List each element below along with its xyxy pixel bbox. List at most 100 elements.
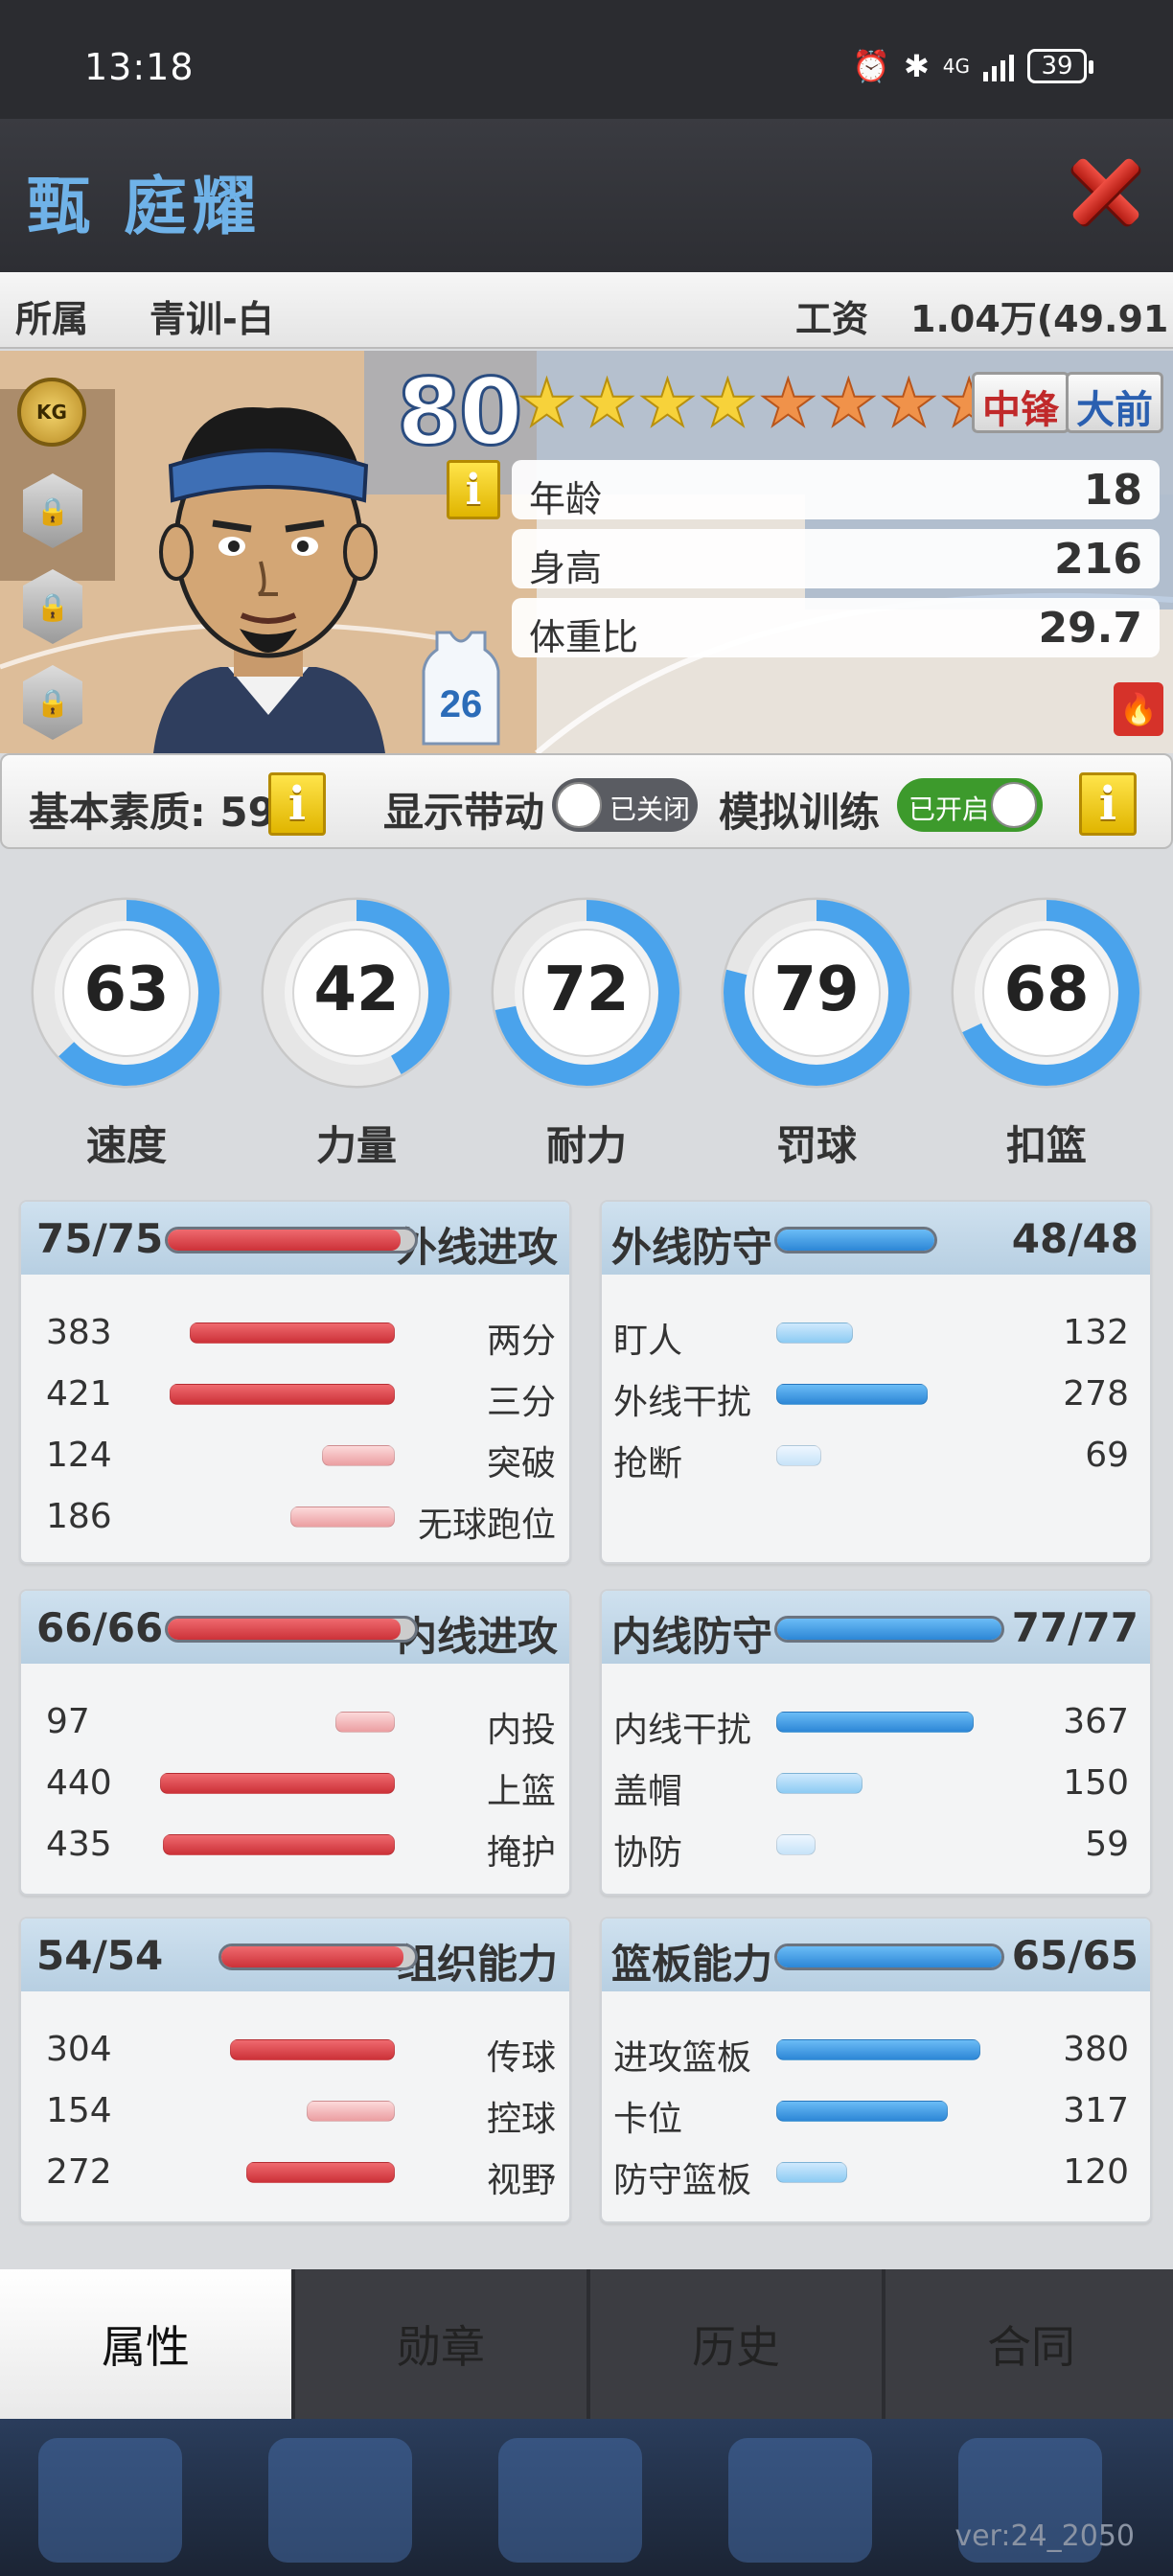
age-label: 年龄 — [529, 478, 603, 520]
weight-value: 29.7 — [1038, 604, 1142, 653]
group-rebounding: 篮板能力 65/65 进攻篮板 380 卡位 317 防守篮板 120 — [600, 1917, 1152, 2223]
badge-column: KG 🔒 🔒 🔒 — [17, 378, 86, 753]
weight-row: 体重比 29.7 — [512, 598, 1160, 658]
tab-history[interactable]: 历史 — [590, 2269, 882, 2419]
lock-icon[interactable]: 🔒 — [23, 569, 82, 644]
version-label: ver:24_2050 — [954, 2519, 1135, 2553]
dial: 42 力量 — [261, 887, 452, 1169]
dock-item[interactable] — [728, 2438, 872, 2563]
lock-icon[interactable]: 🔒 — [23, 665, 82, 740]
star-icon: ★ — [698, 366, 758, 442]
group-total-fill — [777, 1230, 934, 1251]
alarm-icon: ⏰ — [852, 48, 890, 84]
info-icon[interactable]: i — [447, 460, 500, 519]
attribute-bar — [335, 1712, 395, 1733]
attribute-row: 进攻篮板 380 — [602, 2030, 1150, 2078]
tab-medals[interactable]: 勋章 — [295, 2269, 586, 2419]
dial-value: 63 — [83, 954, 170, 1025]
group-header: 75/75 外线进攻 — [21, 1202, 569, 1275]
group-outside-defense: 外线防守 48/48 盯人 132 外线干扰 278 抢断 69 — [600, 1200, 1152, 1564]
group-total-fill — [168, 1230, 401, 1251]
group-score: 66/66 — [36, 1604, 164, 1651]
attribute-row: 421 三分 — [21, 1374, 569, 1422]
dock-item[interactable] — [268, 2438, 412, 2563]
attribute-row: 124 突破 — [21, 1436, 569, 1484]
height-value: 216 — [1054, 535, 1142, 584]
attribute-label: 控球 — [486, 2100, 556, 2139]
group-header: 66/66 内线进攻 — [21, 1591, 569, 1664]
group-score: 65/65 — [1011, 1932, 1138, 1979]
dial: 72 耐力 — [491, 887, 682, 1169]
attribute-value: 304 — [46, 2030, 112, 2069]
info-bar: 所属 青训-白 工资 1.04万(49.91万) — [0, 272, 1173, 393]
signal-icon — [983, 51, 1014, 81]
dial: 68 扣篮 — [951, 887, 1142, 1169]
kg-badge-icon[interactable]: KG — [17, 378, 86, 447]
age-row: 年龄 18 — [512, 460, 1160, 520]
attribute-label: 上篮 — [486, 1772, 556, 1811]
training-bar: 基本素质: 59 i 显示带动 已关闭 模拟训练 已开启 i — [0, 753, 1173, 849]
attribute-label: 抢断 — [613, 1444, 683, 1484]
group-total-bar — [165, 1616, 418, 1643]
attribute-row: 383 两分 — [21, 1313, 569, 1361]
attribute-bar — [776, 1384, 928, 1405]
attribute-label: 盯人 — [613, 1322, 683, 1361]
attribute-value: 380 — [1063, 2030, 1129, 2069]
toggle-knob — [991, 782, 1037, 828]
attribute-value: 435 — [46, 1825, 112, 1864]
attribute-value: 272 — [46, 2152, 112, 2192]
group-score: 48/48 — [1011, 1215, 1138, 1262]
attribute-label: 内线干扰 — [613, 1711, 752, 1750]
attribute-label: 防守篮板 — [613, 2161, 752, 2200]
attribute-value: 278 — [1063, 1374, 1129, 1414]
fire-icon[interactable]: 🔥 — [1114, 682, 1163, 736]
attribute-row: 272 视野 — [21, 2152, 569, 2200]
attribute-bar — [776, 1322, 853, 1344]
close-button[interactable] — [1068, 153, 1144, 230]
group-header: 54/54 组织能力 — [21, 1919, 569, 1991]
attribute-row: 154 控球 — [21, 2091, 569, 2139]
group-total-bar — [774, 1616, 1004, 1643]
attribute-row: 435 掩护 — [21, 1825, 569, 1873]
dock-item[interactable] — [38, 2438, 182, 2563]
star-icon: ★ — [758, 366, 818, 442]
star-icon: ★ — [577, 366, 637, 442]
sim-training-toggle[interactable]: 已开启 — [897, 778, 1043, 832]
attribute-value: 440 — [46, 1763, 112, 1803]
attribute-label: 两分 — [486, 1322, 556, 1361]
dial-value: 79 — [773, 954, 860, 1025]
dial-label: 速度 — [85, 1122, 167, 1169]
sim-toggle-label: 已开启 — [908, 794, 990, 825]
group-total-fill — [221, 1946, 403, 1967]
attribute-bar — [776, 1712, 974, 1733]
attribute-bar — [322, 1445, 395, 1466]
attribute-value: 154 — [46, 2091, 112, 2130]
group-title: 内线防守 — [611, 1613, 773, 1660]
group-title: 篮板能力 — [611, 1941, 773, 1988]
lock-icon[interactable]: 🔒 — [23, 473, 82, 548]
attribute-bar — [230, 2039, 395, 2060]
age-value: 18 — [1083, 466, 1142, 515]
attribute-label: 三分 — [486, 1383, 556, 1422]
attribute-value: 97 — [46, 1702, 90, 1741]
status-time: 13:18 — [84, 46, 195, 88]
info-icon[interactable]: i — [268, 772, 326, 836]
dock-item[interactable] — [498, 2438, 642, 2563]
attribute-bar — [190, 1322, 395, 1344]
info-icon[interactable]: i — [1079, 772, 1137, 836]
tab-attributes[interactable]: 属性 — [0, 2269, 291, 2419]
group-title: 外线进攻 — [396, 1224, 558, 1271]
group-header: 内线防守 77/77 — [602, 1591, 1150, 1664]
attribute-row: 97 内投 — [21, 1702, 569, 1750]
attribute-row: 186 无球跑位 — [21, 1497, 569, 1545]
attribute-label: 视野 — [486, 2161, 556, 2200]
group-playmaking: 54/54 组织能力 304 传球 154 控球 272 视野 — [19, 1917, 571, 2223]
group-total-bar — [165, 1227, 418, 1254]
group-score: 54/54 — [36, 1932, 164, 1979]
drive-toggle[interactable]: 已关闭 — [552, 778, 698, 832]
position-badge-secondary: 大前 — [1066, 372, 1163, 433]
tab-contract[interactable]: 合同 — [886, 2269, 1173, 2419]
battery-icon: 39 — [1027, 49, 1093, 83]
attribute-label: 掩护 — [486, 1833, 556, 1873]
group-total-bar — [774, 1227, 937, 1254]
